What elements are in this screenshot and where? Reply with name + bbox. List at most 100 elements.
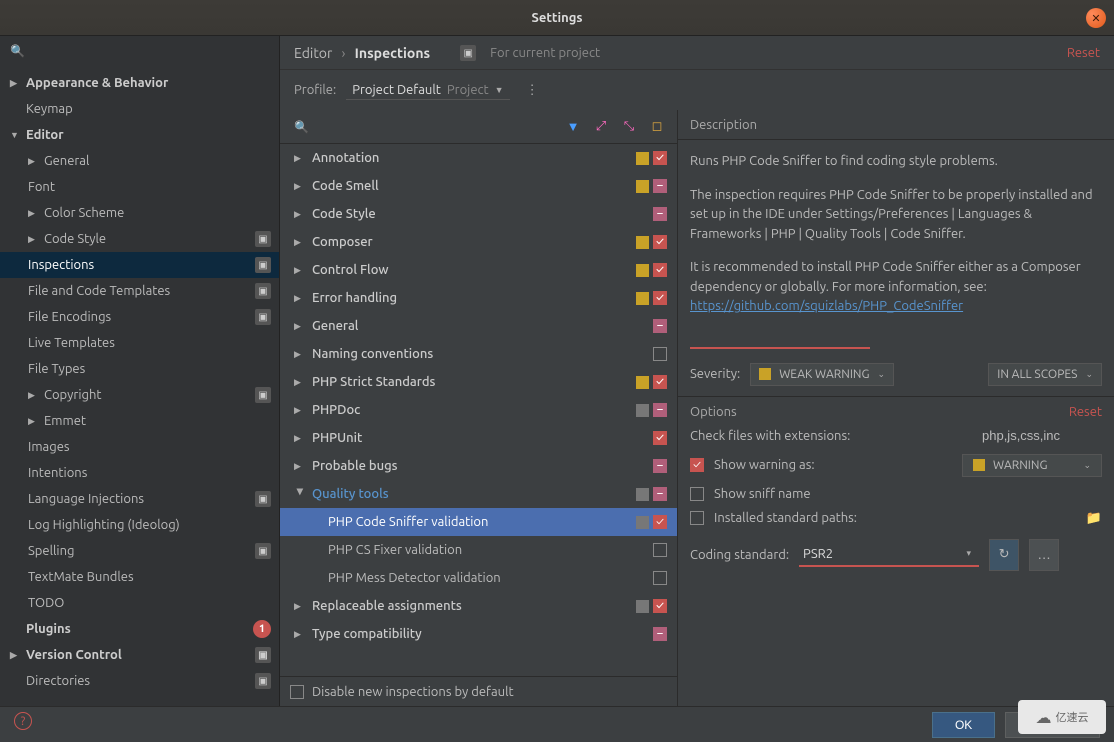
paths-checkbox[interactable] (690, 511, 704, 525)
inspection-category[interactable]: ▶Type compatibility (280, 620, 677, 648)
inspection-item[interactable]: PHP Code Sniffer validation✓ (280, 508, 677, 536)
inspection-checkbox[interactable] (653, 459, 667, 473)
ellipsis-icon: … (1038, 548, 1051, 562)
inspection-checkbox[interactable] (653, 571, 667, 585)
sidebar-item[interactable]: ▶Color Scheme (0, 200, 279, 226)
inspection-category[interactable]: ▶Code Smell (280, 172, 677, 200)
inspection-category[interactable]: ▶Code Style (280, 200, 677, 228)
sidebar-item[interactable]: ▶General (0, 148, 279, 174)
inspection-checkbox[interactable] (653, 207, 667, 221)
inspection-item[interactable]: PHP Mess Detector validation (280, 564, 677, 592)
coding-standard-select[interactable]: PSR2 ▾ (799, 543, 979, 567)
sidebar-item[interactable]: Images (0, 434, 279, 460)
sidebar-item[interactable]: Language Injections▣ (0, 486, 279, 512)
extensions-input[interactable] (982, 428, 1102, 444)
inspection-checkbox[interactable] (653, 179, 667, 193)
sidebar-item[interactable]: Spelling▣ (0, 538, 279, 564)
breadcrumb-parent[interactable]: Editor (294, 45, 332, 61)
sidebar-item[interactable]: Intentions (0, 460, 279, 486)
inspection-category[interactable]: ▶Error handling✓ (280, 284, 677, 312)
sidebar-item[interactable]: ▶Appearance & Behavior (0, 70, 279, 96)
window-title: Settings (531, 11, 582, 25)
inspection-checkbox[interactable]: ✓ (653, 375, 667, 389)
inspection-checkbox[interactable] (653, 543, 667, 557)
gear-icon[interactable]: ⋮ (526, 83, 539, 98)
sidebar-item[interactable]: ▶Emmet (0, 408, 279, 434)
collapse-all-icon[interactable]: ⤡ (617, 115, 641, 139)
inspection-checkbox[interactable]: ✓ (653, 431, 667, 445)
sniff-name-checkbox[interactable] (690, 487, 704, 501)
inspection-checkbox[interactable]: ✓ (653, 263, 667, 277)
help-icon[interactable]: ? (14, 712, 32, 730)
inspection-category[interactable]: ▶Annotation✓ (280, 144, 677, 172)
inspection-category[interactable]: ▶PHPDoc (280, 396, 677, 424)
sidebar-item[interactable]: File Encodings▣ (0, 304, 279, 330)
tree-arrow-icon: ▶ (28, 234, 40, 245)
inspection-checkbox[interactable]: ✓ (653, 235, 667, 249)
inspection-checkbox[interactable] (653, 319, 667, 333)
inspection-category[interactable]: ▶General (280, 312, 677, 340)
sidebar-item[interactable]: File Types (0, 356, 279, 382)
disable-new-checkbox[interactable] (290, 685, 304, 699)
sidebar-item[interactable]: Plugins1 (0, 616, 279, 642)
scope-select[interactable]: IN ALL SCOPES ⌄ (988, 363, 1102, 386)
sidebar-item[interactable]: Keymap (0, 96, 279, 122)
inspection-category[interactable]: ▶Probable bugs (280, 452, 677, 480)
inspection-category[interactable]: ▶Quality tools (280, 480, 677, 508)
inspection-label: Quality tools (312, 487, 389, 501)
profile-select[interactable]: Project Default Project ▼ (346, 81, 509, 100)
more-button[interactable]: … (1029, 539, 1059, 571)
filter-icon[interactable]: ▼ (561, 115, 585, 139)
inspection-category[interactable]: ▶Naming conventions (280, 340, 677, 368)
sidebar-item[interactable]: File and Code Templates▣ (0, 278, 279, 304)
warning-level-select[interactable]: WARNING ⌄ (962, 454, 1102, 477)
sidebar-item[interactable]: Log Highlighting (Ideolog) (0, 512, 279, 538)
severity-select[interactable]: WEAK WARNING ⌄ (750, 363, 894, 386)
inspection-checkbox[interactable]: ✓ (653, 515, 667, 529)
sidebar-item[interactable]: Live Templates (0, 330, 279, 356)
inspections-panel: 🔍 ▼ ⤢ ⤡ ◻ ▶Annotation✓▶Code Smell▶Code S… (280, 110, 678, 706)
sidebar-item[interactable]: Font (0, 174, 279, 200)
show-warning-checkbox[interactable]: ✓ (690, 458, 704, 472)
inspection-checkbox[interactable] (653, 347, 667, 361)
inspection-checkbox[interactable]: ✓ (653, 291, 667, 305)
chevron-down-icon: ⌄ (1083, 460, 1091, 471)
sidebar-search[interactable]: 🔍 (0, 36, 279, 66)
inspection-label: General (312, 319, 358, 333)
inspection-checkbox[interactable] (653, 487, 667, 501)
sidebar-item[interactable]: ▶Copyright▣ (0, 382, 279, 408)
inspection-category[interactable]: ▶PHP Strict Standards✓ (280, 368, 677, 396)
description-link[interactable]: https://github.com/squizlabs/PHP_CodeSni… (690, 299, 963, 313)
options-reset-link[interactable]: Reset (1069, 405, 1102, 419)
inspection-category[interactable]: ▶Control Flow✓ (280, 256, 677, 284)
refresh-button[interactable]: ↻ (989, 539, 1019, 571)
inspection-checkbox[interactable] (653, 403, 667, 417)
sidebar-item[interactable]: ▶Version Control▣ (0, 642, 279, 668)
folder-icon[interactable]: 📁 (1086, 511, 1102, 526)
toggle-icon[interactable]: ◻ (645, 115, 669, 139)
sidebar-item-label: Images (28, 440, 70, 454)
inspection-checkbox[interactable]: ✓ (653, 151, 667, 165)
inspection-checkbox[interactable]: ✓ (653, 599, 667, 613)
severity-indicator-icon (636, 292, 649, 305)
sidebar-item[interactable]: Directories▣ (0, 668, 279, 694)
description-text: Runs PHP Code Sniffer to find coding sty… (690, 152, 1102, 172)
inspections-list: ▶Annotation✓▶Code Smell▶Code Style▶Compo… (280, 144, 677, 676)
sidebar-item[interactable]: ▶Code Style▣ (0, 226, 279, 252)
inspection-item[interactable]: PHP CS Fixer validation (280, 536, 677, 564)
sidebar-item-label: Font (28, 180, 55, 194)
sidebar-item[interactable]: ▼Editor (0, 122, 279, 148)
inspection-checkbox[interactable] (653, 627, 667, 641)
inspection-category[interactable]: ▶PHPUnit✓ (280, 424, 677, 452)
sidebar-item[interactable]: Inspections▣ (0, 252, 279, 278)
inspection-category[interactable]: ▶Composer✓ (280, 228, 677, 256)
chevron-right-icon: ▶ (294, 265, 306, 276)
sidebar-item[interactable]: TODO (0, 590, 279, 616)
ok-button[interactable]: OK (932, 712, 995, 738)
reset-link[interactable]: Reset (1067, 46, 1100, 60)
sidebar-item[interactable]: TextMate Bundles (0, 564, 279, 590)
expand-all-icon[interactable]: ⤢ (589, 115, 613, 139)
inspections-search[interactable]: 🔍 (288, 120, 557, 134)
close-button[interactable]: ✕ (1086, 8, 1106, 28)
inspection-category[interactable]: ▶Replaceable assignments✓ (280, 592, 677, 620)
